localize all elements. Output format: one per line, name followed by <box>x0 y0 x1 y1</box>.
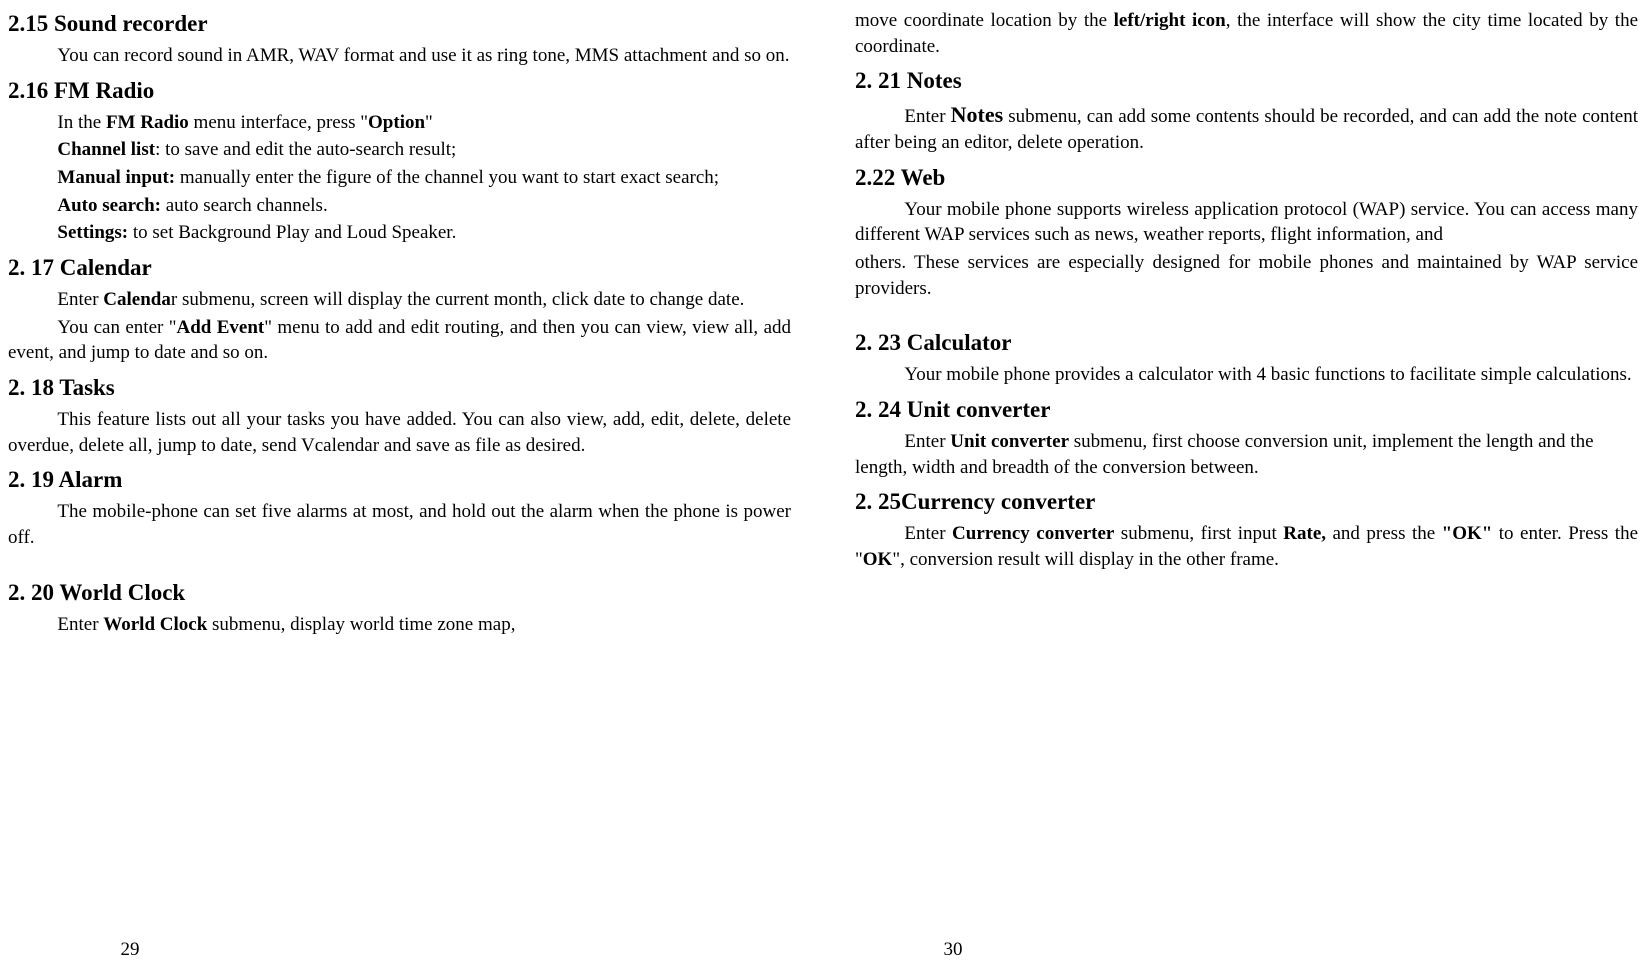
heading-notes: 2. 21 Notes <box>855 65 1638 96</box>
heading-calendar: 2. 17 Calendar <box>8 252 791 283</box>
para-fm-radio-2: Channel list: to save and edit the auto-… <box>8 137 791 163</box>
para-sound-recorder: You can record sound in AMR, WAV format … <box>8 43 791 69</box>
para-calculator: Your mobile phone provides a calculator … <box>855 362 1638 388</box>
heading-calculator: 2. 23 Calculator <box>855 327 1638 358</box>
para-web-1: Your mobile phone supports wireless appl… <box>855 197 1638 248</box>
para-world-clock: Enter World Clock submenu, display world… <box>8 612 791 638</box>
heading-alarm: 2. 19 Alarm <box>8 464 791 495</box>
para-tasks: This feature lists out all your tasks yo… <box>8 407 791 458</box>
para-web-2: others. These services are especially de… <box>855 250 1638 301</box>
heading-sound-recorder: 2.15 Sound recorder <box>8 8 791 39</box>
para-world-clock-cont: move coordinate location by the left/rig… <box>855 8 1638 59</box>
para-notes: Enter Notes submenu, can add some conten… <box>855 100 1638 155</box>
para-calendar-2: You can enter "Add Event" menu to add an… <box>8 315 791 366</box>
para-alarm: The mobile-phone can set five alarms at … <box>8 499 791 550</box>
para-fm-radio-5: Settings: to set Background Play and Lou… <box>8 220 791 246</box>
para-unit-converter: Enter Unit converter submenu, first choo… <box>855 429 1638 480</box>
para-currency-converter: Enter Currency converter submenu, first … <box>855 521 1638 572</box>
heading-fm-radio: 2.16 FM Radio <box>8 75 791 106</box>
left-page: 2.15 Sound recorder You can record sound… <box>0 0 823 973</box>
para-fm-radio-3: Manual input: manually enter the figure … <box>8 165 791 191</box>
para-fm-radio-1: In the FM Radio menu interface, press "O… <box>8 110 791 136</box>
page-number-left: 29 <box>100 937 160 963</box>
heading-world-clock: 2. 20 World Clock <box>8 577 791 608</box>
page-number-right: 30 <box>923 937 983 963</box>
heading-currency-converter: 2. 25Currency converter <box>855 486 1638 517</box>
heading-web: 2.22 Web <box>855 162 1638 193</box>
para-calendar-1: Enter Calendar submenu, screen will disp… <box>8 287 791 313</box>
heading-unit-converter: 2. 24 Unit converter <box>855 394 1638 425</box>
para-fm-radio-4: Auto search: auto search channels. <box>8 193 791 219</box>
right-page: move coordinate location by the left/rig… <box>823 0 1646 973</box>
heading-tasks: 2. 18 Tasks <box>8 372 791 403</box>
